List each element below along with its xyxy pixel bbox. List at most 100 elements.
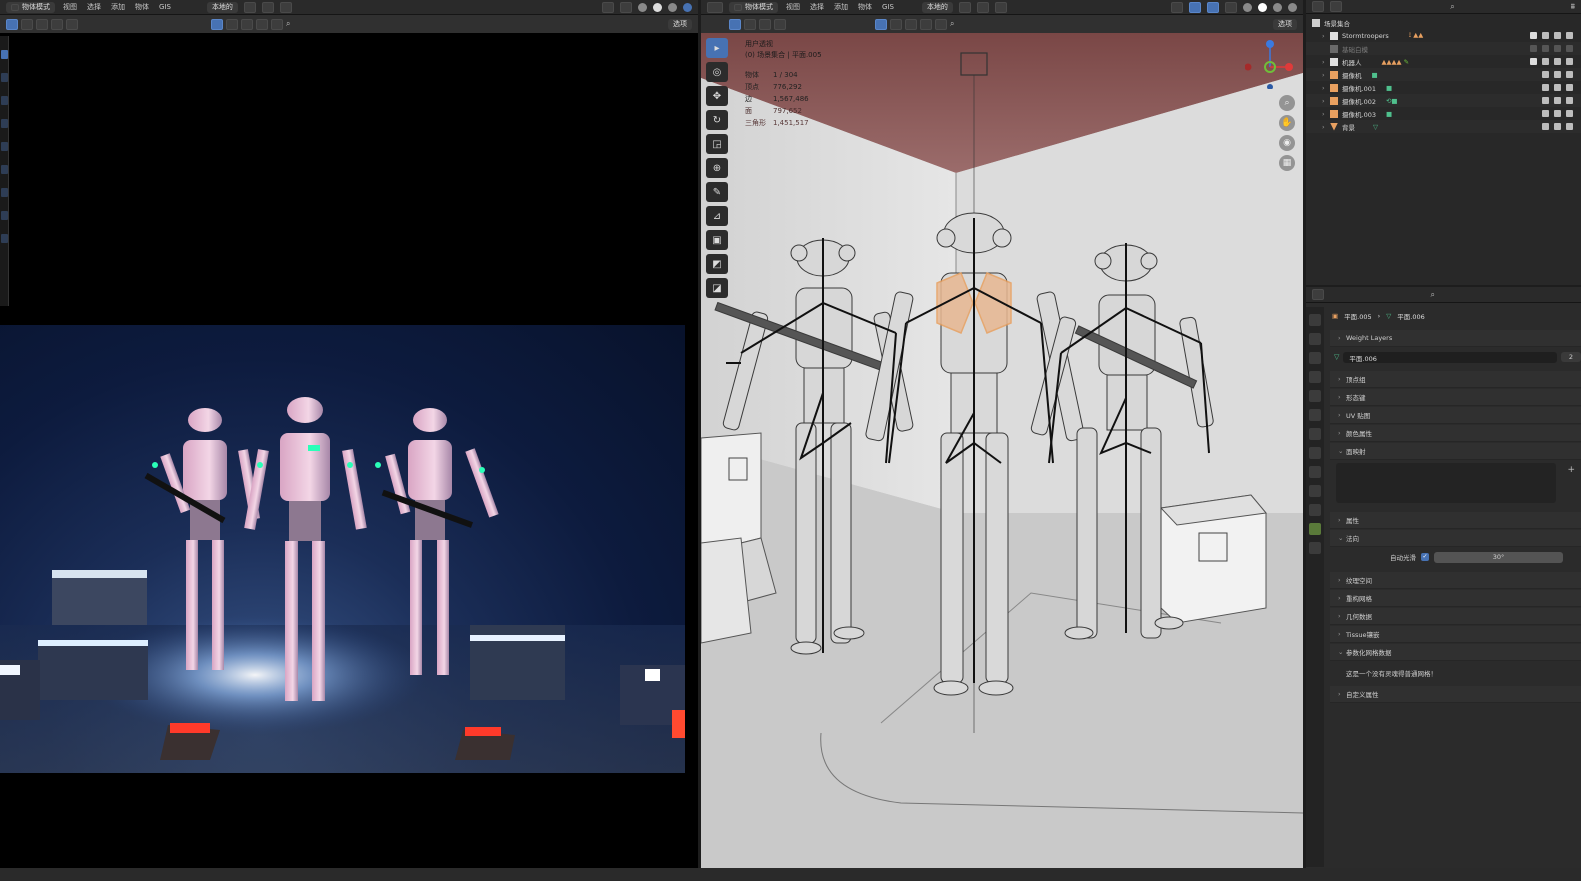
- left-filter5-icon[interactable]: [271, 18, 283, 30]
- outliner-row-visibility[interactable]: [1530, 58, 1573, 65]
- viewport-menu-object[interactable]: 物体: [856, 2, 874, 12]
- outliner-root[interactable]: 场景集合: [1306, 16, 1581, 29]
- outliner-editor-type-icon[interactable]: [1312, 1, 1324, 12]
- left-mode-dropdown[interactable]: 物体模式: [6, 1, 55, 13]
- select-arrow-icon[interactable]: [1542, 58, 1549, 65]
- tab-object-icon[interactable]: [1309, 428, 1321, 440]
- panel-uv-maps[interactable]: › UV 贴图: [1330, 407, 1581, 424]
- tool-transform-icon[interactable]: ⊕: [706, 158, 728, 178]
- viewport-filter5-icon[interactable]: [935, 18, 947, 30]
- camera-render-icon[interactable]: [1566, 45, 1573, 52]
- tab-modifier-icon[interactable]: [1309, 447, 1321, 459]
- mesh-users-count[interactable]: 2: [1560, 352, 1581, 362]
- camera-render-icon[interactable]: [1566, 123, 1573, 130]
- axis-neg-z-icon[interactable]: [1267, 84, 1273, 89]
- outliner-row-background[interactable]: › 背景 ▽: [1306, 120, 1581, 133]
- viewport-select-box-icon[interactable]: [729, 18, 741, 30]
- tab-world-icon[interactable]: [1309, 409, 1321, 421]
- axis-neg-x-icon[interactable]: [1245, 63, 1252, 71]
- left-filter-icon[interactable]: [211, 18, 223, 30]
- tab-material-icon[interactable]: [1309, 542, 1321, 554]
- mesh-name-field[interactable]: 平面.006: [1343, 351, 1557, 363]
- camera-render-icon[interactable]: [1566, 32, 1573, 39]
- camera-render-icon[interactable]: [1566, 97, 1573, 104]
- eye-icon[interactable]: [1554, 58, 1561, 65]
- tool-cursor-icon[interactable]: ◎: [706, 62, 728, 82]
- left-tool-select-icon[interactable]: [1, 50, 8, 59]
- viewport-mode-dropdown[interactable]: 物体模式: [729, 1, 778, 13]
- outliner-row-camera-003[interactable]: › 摄像机.003 ■: [1306, 107, 1581, 120]
- expand-chevron-icon[interactable]: ›: [1322, 58, 1330, 66]
- outliner-row-visibility[interactable]: [1542, 71, 1573, 78]
- tab-view-layer-icon[interactable]: [1309, 371, 1321, 383]
- select-arrow-icon[interactable]: [1542, 110, 1549, 117]
- tab-output-icon[interactable]: [1309, 352, 1321, 364]
- expand-chevron-icon[interactable]: ›: [1322, 84, 1330, 92]
- tab-mesh-data-icon[interactable]: [1309, 523, 1321, 535]
- panel-normals[interactable]: ⌄ 法向: [1330, 530, 1581, 547]
- panel-texture-space[interactable]: › 纹理空间: [1330, 572, 1581, 589]
- left-proportional-icon[interactable]: [279, 1, 292, 13]
- camera-render-icon[interactable]: [1566, 58, 1573, 65]
- left-menu-add[interactable]: 添加: [109, 2, 127, 12]
- left-pivot-icon[interactable]: [243, 1, 256, 13]
- panel-tissue[interactable]: › Tissue镶嵌: [1330, 626, 1581, 643]
- select-arrow-icon[interactable]: [1542, 97, 1549, 104]
- eye-icon[interactable]: [1554, 84, 1561, 91]
- outliner-row-camera-002[interactable]: › 摄像机.002 ⟲■: [1306, 94, 1581, 107]
- left-filter3-icon[interactable]: [241, 18, 253, 30]
- left-menu-view[interactable]: 视图: [61, 2, 79, 12]
- left-filter4-icon[interactable]: [256, 18, 268, 30]
- eye-icon[interactable]: [1554, 71, 1561, 78]
- viewport-xray-icon[interactable]: [1225, 1, 1237, 13]
- panel-vertex-groups[interactable]: › 顶点组: [1330, 371, 1581, 388]
- left-tool-transform-icon[interactable]: [1, 165, 8, 174]
- viewport-snap-icon[interactable]: [976, 1, 989, 13]
- outliner-search-icon[interactable]: ⌕: [1450, 2, 1454, 12]
- viewport-shading-solid-icon[interactable]: [1258, 2, 1267, 12]
- ortho-grid-icon[interactable]: ▦: [1279, 155, 1295, 171]
- viewport-gizmo-icon[interactable]: [1189, 1, 1201, 13]
- mesh-datablock-icon[interactable]: ▽: [1334, 353, 1339, 361]
- viewport-shading-material-icon[interactable]: [1273, 2, 1282, 12]
- face-maps-list[interactable]: [1336, 463, 1556, 503]
- eye-icon[interactable]: [1554, 123, 1561, 130]
- expand-chevron-icon[interactable]: ›: [1322, 71, 1330, 79]
- left-shading-wire-icon[interactable]: [638, 2, 647, 12]
- camera-render-icon[interactable]: [1566, 110, 1573, 117]
- tool-annotate-icon[interactable]: ✎: [706, 182, 728, 202]
- left-overlay-icon[interactable]: [620, 1, 632, 13]
- outliner-row-visibility[interactable]: [1530, 32, 1573, 39]
- viewport-menu-view[interactable]: 视图: [784, 2, 802, 12]
- axis-z-icon[interactable]: [1266, 40, 1274, 48]
- tab-tool-icon[interactable]: [1309, 314, 1321, 326]
- left-select-invert-icon[interactable]: [51, 18, 63, 30]
- tab-particles-icon[interactable]: [1309, 466, 1321, 478]
- left-gizmo-icon[interactable]: [602, 1, 614, 13]
- outliner-row-camera-001[interactable]: › 摄像机.001 ■: [1306, 81, 1581, 94]
- axis-gizmo[interactable]: [1245, 37, 1293, 89]
- panel-parametric-mesh[interactable]: ⌄ 参数化网格数据: [1330, 644, 1581, 661]
- tab-physics-icon[interactable]: [1309, 485, 1321, 497]
- tool-measure-icon[interactable]: ⊿: [706, 206, 728, 226]
- properties-search-icon[interactable]: ⌕: [1431, 290, 1435, 300]
- tab-constraint-icon[interactable]: [1309, 504, 1321, 516]
- outliner-filter-icon[interactable]: ⩩: [1571, 2, 1575, 12]
- eye-icon[interactable]: [1554, 110, 1561, 117]
- left-shading-solid-icon[interactable]: [653, 2, 662, 12]
- left-shading-render-icon[interactable]: [683, 2, 692, 12]
- outliner-row-visibility[interactable]: [1530, 45, 1573, 52]
- tab-render-icon[interactable]: [1309, 333, 1321, 345]
- select-arrow-icon[interactable]: [1542, 123, 1549, 130]
- left-tool-scale-icon[interactable]: [1, 142, 8, 151]
- viewport-filter3-icon[interactable]: [905, 18, 917, 30]
- left-tool-move-icon[interactable]: [1, 96, 8, 105]
- left-tool-cursor-icon[interactable]: [1, 73, 8, 82]
- left-select-extend-icon[interactable]: [21, 18, 33, 30]
- viewport-filter-icon[interactable]: [875, 18, 887, 30]
- axis-x-icon[interactable]: [1285, 63, 1293, 71]
- expand-chevron-icon[interactable]: ›: [1322, 123, 1330, 131]
- checkbox-icon[interactable]: [1530, 58, 1537, 65]
- zoom-icon[interactable]: ⌕: [1279, 95, 1295, 111]
- panel-remesh[interactable]: › 重构网格: [1330, 590, 1581, 607]
